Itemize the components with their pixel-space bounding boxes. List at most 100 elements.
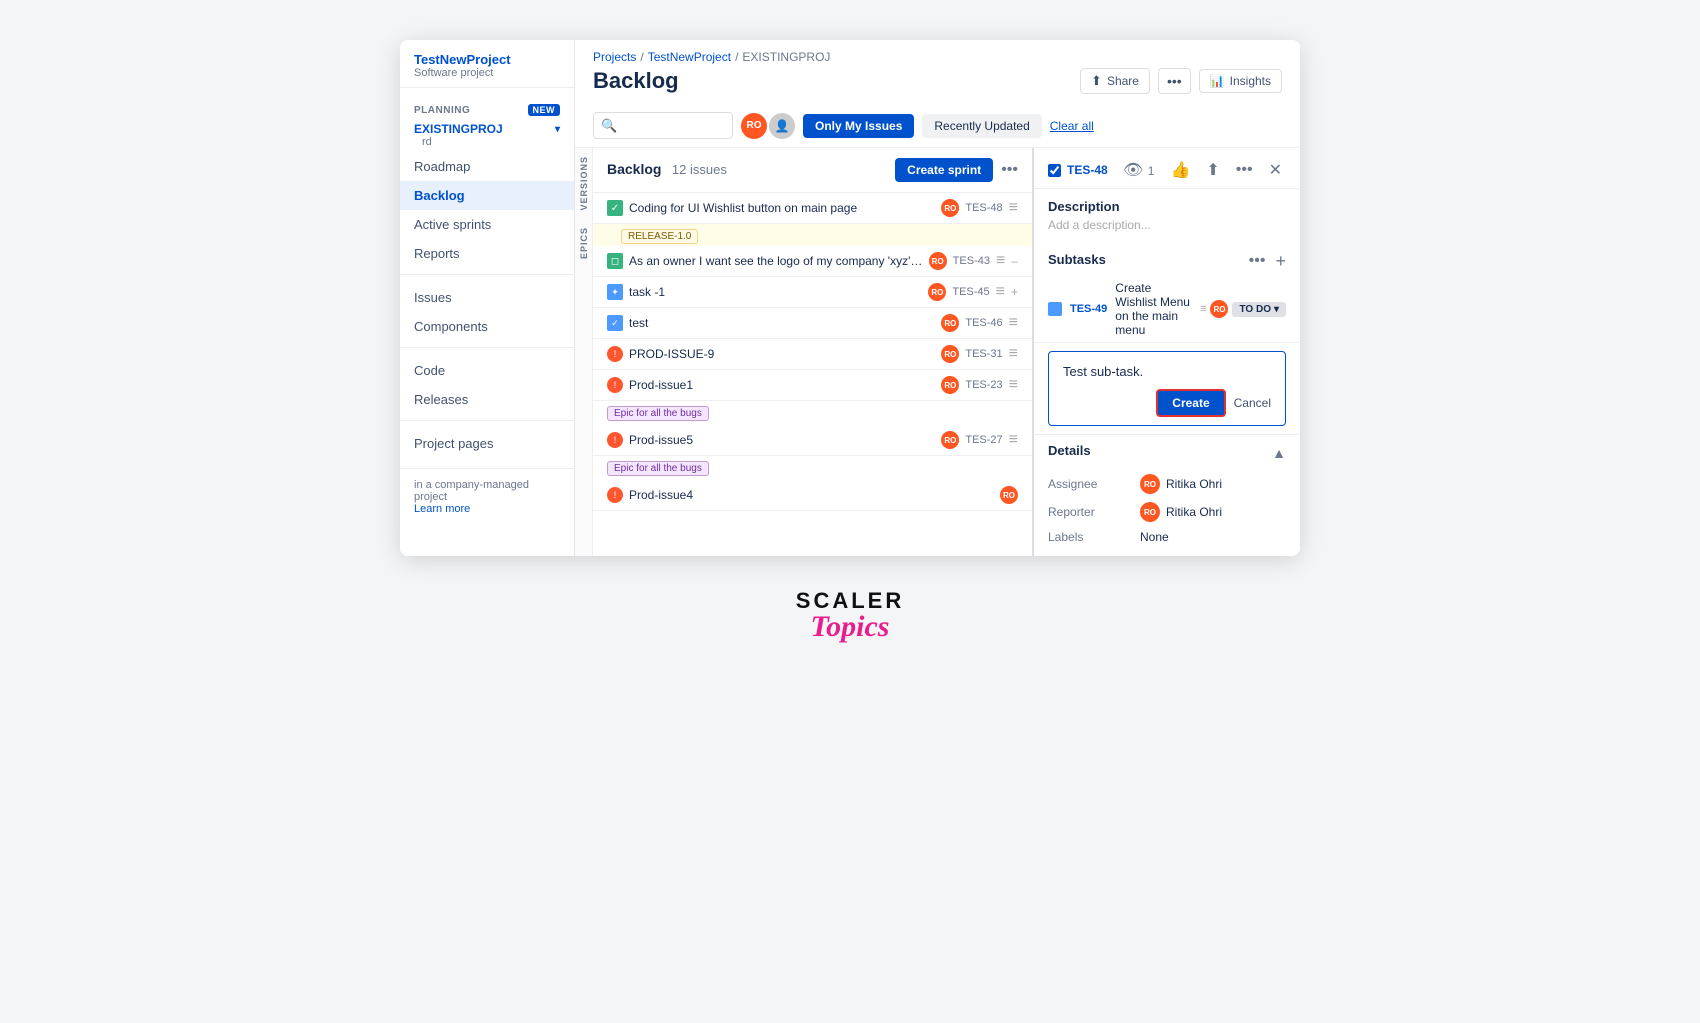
share-button[interactable]: ⬆ Share bbox=[1080, 68, 1150, 94]
header-more-button[interactable]: ••• bbox=[1158, 68, 1191, 94]
versions-label: VERSIONS bbox=[577, 148, 591, 219]
details-label: Details bbox=[1048, 443, 1091, 458]
thumbsup-button[interactable]: 👍 bbox=[1166, 158, 1194, 182]
issue-id: TES-48 bbox=[965, 202, 1002, 214]
bug-icon: ! bbox=[607, 377, 623, 393]
breadcrumb-projects[interactable]: Projects bbox=[593, 50, 636, 64]
story-icon: ✓ bbox=[607, 200, 623, 216]
subtask-status-badge[interactable]: TO DO ▾ bbox=[1232, 302, 1286, 317]
breadcrumb-existingproj: EXISTINGPROJ bbox=[742, 50, 830, 64]
table-row[interactable]: ! Prod-issue5 RO TES-27 ≡ bbox=[593, 425, 1032, 456]
labels-label: Labels bbox=[1048, 530, 1128, 544]
release-badge: RELEASE-1.0 bbox=[621, 229, 698, 244]
clear-all-button[interactable]: Clear all bbox=[1050, 119, 1094, 133]
description-label: Description bbox=[1048, 199, 1286, 214]
topics-logo-text: Topics bbox=[796, 610, 904, 644]
reporter-label: Reporter bbox=[1048, 505, 1128, 519]
assignee-avatar: RO bbox=[1000, 486, 1018, 504]
issue-name: Prod-issue5 bbox=[629, 433, 935, 447]
description-section: Description Add a description... bbox=[1034, 189, 1300, 242]
thumbsup-icon: 👍 bbox=[1170, 162, 1190, 179]
reporter-value: RO Ritika Ohri bbox=[1140, 502, 1222, 522]
table-row[interactable]: ! PROD-ISSUE-9 RO TES-31 ≡ bbox=[593, 339, 1032, 370]
release-section: RELEASE-1.0 bbox=[593, 224, 1032, 246]
page-header: Backlog ⬆ Share ••• 📊 Insights bbox=[575, 64, 1300, 104]
issue-meta: RO TES-46 ≡ bbox=[941, 314, 1018, 332]
labels-value: None bbox=[1140, 530, 1169, 544]
only-my-issues-button[interactable]: Only My Issues bbox=[803, 114, 914, 138]
subtask-menu-icon: ≡ bbox=[1200, 303, 1206, 315]
assignee-avatar: RO bbox=[941, 199, 959, 217]
avatar-ro[interactable]: RO bbox=[741, 113, 767, 139]
issue-id: TES-27 bbox=[965, 434, 1002, 446]
cancel-subtask-button[interactable]: Cancel bbox=[1234, 389, 1271, 417]
panel-more-button[interactable]: ••• bbox=[1232, 159, 1257, 181]
priority-icon: ≡ bbox=[1009, 376, 1018, 394]
issue-list: ✓ Coding for UI Wishlist button on main … bbox=[593, 193, 1032, 556]
issue-id: TES-43 bbox=[953, 255, 990, 267]
priority-icon: ≡ bbox=[1009, 314, 1018, 332]
issue-count: 12 issues bbox=[672, 162, 727, 177]
issue-id: TES-31 bbox=[965, 348, 1002, 360]
subtask-input[interactable] bbox=[1063, 360, 1271, 383]
breadcrumb-testnewproject[interactable]: TestNewProject bbox=[648, 50, 731, 64]
details-collapse-icon[interactable]: ▲ bbox=[1272, 445, 1286, 461]
sidebar-item-active-sprints[interactable]: Active sprints bbox=[400, 210, 574, 239]
insights-button[interactable]: 📊 Insights bbox=[1199, 69, 1282, 93]
issue-checkbox[interactable] bbox=[1048, 164, 1061, 177]
recently-updated-button[interactable]: Recently Updated bbox=[922, 114, 1041, 138]
main-content: Projects / TestNewProject / EXISTINGPROJ… bbox=[575, 40, 1300, 556]
planning-section-label: PLANNING NEW bbox=[400, 94, 574, 120]
scaler-branding: SCALER Topics bbox=[796, 588, 904, 644]
reporter-name: Ritika Ohri bbox=[1166, 505, 1222, 519]
sidebar-item-project-pages[interactable]: Project pages bbox=[400, 429, 574, 458]
sidebar-item-roadmap[interactable]: Roadmap bbox=[400, 152, 574, 181]
create-sprint-button[interactable]: Create sprint bbox=[895, 158, 993, 182]
assignee-row: Assignee RO Ritika Ohri bbox=[1048, 470, 1286, 498]
bug-icon: ! bbox=[607, 487, 623, 503]
top-bar: Projects / TestNewProject / EXISTINGPROJ bbox=[575, 40, 1300, 64]
create-subtask-button[interactable]: Create bbox=[1156, 389, 1225, 417]
table-row[interactable]: ◻ As an owner I want see the logo of my … bbox=[593, 246, 1032, 277]
table-row[interactable]: ! Prod-issue4 RO bbox=[593, 480, 1032, 511]
sidebar-item-code[interactable]: Code bbox=[400, 356, 574, 385]
table-row[interactable]: ✓ Coding for UI Wishlist button on main … bbox=[593, 193, 1032, 224]
learn-more-link[interactable]: Learn more bbox=[414, 503, 470, 515]
sidebar-item-issues[interactable]: Issues bbox=[400, 283, 574, 312]
close-panel-button[interactable]: ✕ bbox=[1265, 158, 1286, 182]
add-btn[interactable]: + bbox=[1011, 285, 1018, 299]
search-icon: 🔍 bbox=[601, 118, 617, 134]
existingproj-item[interactable]: EXISTINGPROJ ▾ bbox=[414, 122, 560, 136]
subtasks-more-button[interactable]: ••• bbox=[1245, 250, 1270, 272]
header-actions: ⬆ Share ••• 📊 Insights bbox=[1080, 68, 1282, 94]
table-row[interactable]: ✓ test RO TES-46 ≡ bbox=[593, 308, 1032, 339]
backlog-more-button[interactable]: ••• bbox=[1001, 161, 1018, 179]
subtasks-label: Subtasks bbox=[1048, 252, 1106, 267]
avatar-second[interactable]: 👤 bbox=[769, 113, 795, 139]
sidebar-item-reports[interactable]: Reports bbox=[400, 239, 574, 268]
assignee-avatar: RO bbox=[929, 252, 947, 270]
right-panel-header: TES-48 👁 1 👍 ⬆ bbox=[1034, 148, 1300, 189]
reports-label: Reports bbox=[414, 246, 460, 261]
sidebar-item-backlog[interactable]: Backlog bbox=[400, 181, 574, 210]
subtask-row[interactable]: TES-49 Create Wishlist Menu on the main … bbox=[1034, 276, 1300, 343]
subtask-id[interactable]: TES-49 bbox=[1070, 303, 1107, 315]
table-row[interactable]: ✦ task -1 RO TES-45 ≡ + bbox=[593, 277, 1032, 308]
issue-meta: RO TES-45 ≡ + bbox=[928, 283, 1018, 301]
reporter-avatar: RO bbox=[1140, 502, 1160, 522]
sidebar-item-components[interactable]: Components bbox=[400, 312, 574, 341]
priority-icon: ≡ bbox=[1009, 345, 1018, 363]
watch-button[interactable]: 👁 1 bbox=[1119, 158, 1158, 182]
issue-name: Coding for UI Wishlist button on main pa… bbox=[629, 201, 935, 215]
task-icon: ✦ bbox=[607, 284, 623, 300]
epic-badge: Epic for all the bugs bbox=[607, 406, 709, 421]
share-panel-button[interactable]: ⬆ bbox=[1202, 158, 1223, 182]
toolbar: 🔍 RO 👤 Only My Issues Recently Updated C… bbox=[575, 104, 1300, 148]
labels-row: Labels None bbox=[1048, 526, 1286, 548]
subtasks-actions: ••• + bbox=[1245, 250, 1286, 272]
sidebar-item-releases[interactable]: Releases bbox=[400, 385, 574, 414]
bug-icon: ! bbox=[607, 346, 623, 362]
assignee-avatar: RO bbox=[928, 283, 946, 301]
table-row[interactable]: ! Prod-issue1 RO TES-23 ≡ bbox=[593, 370, 1032, 401]
add-subtask-button[interactable]: + bbox=[1275, 251, 1286, 272]
